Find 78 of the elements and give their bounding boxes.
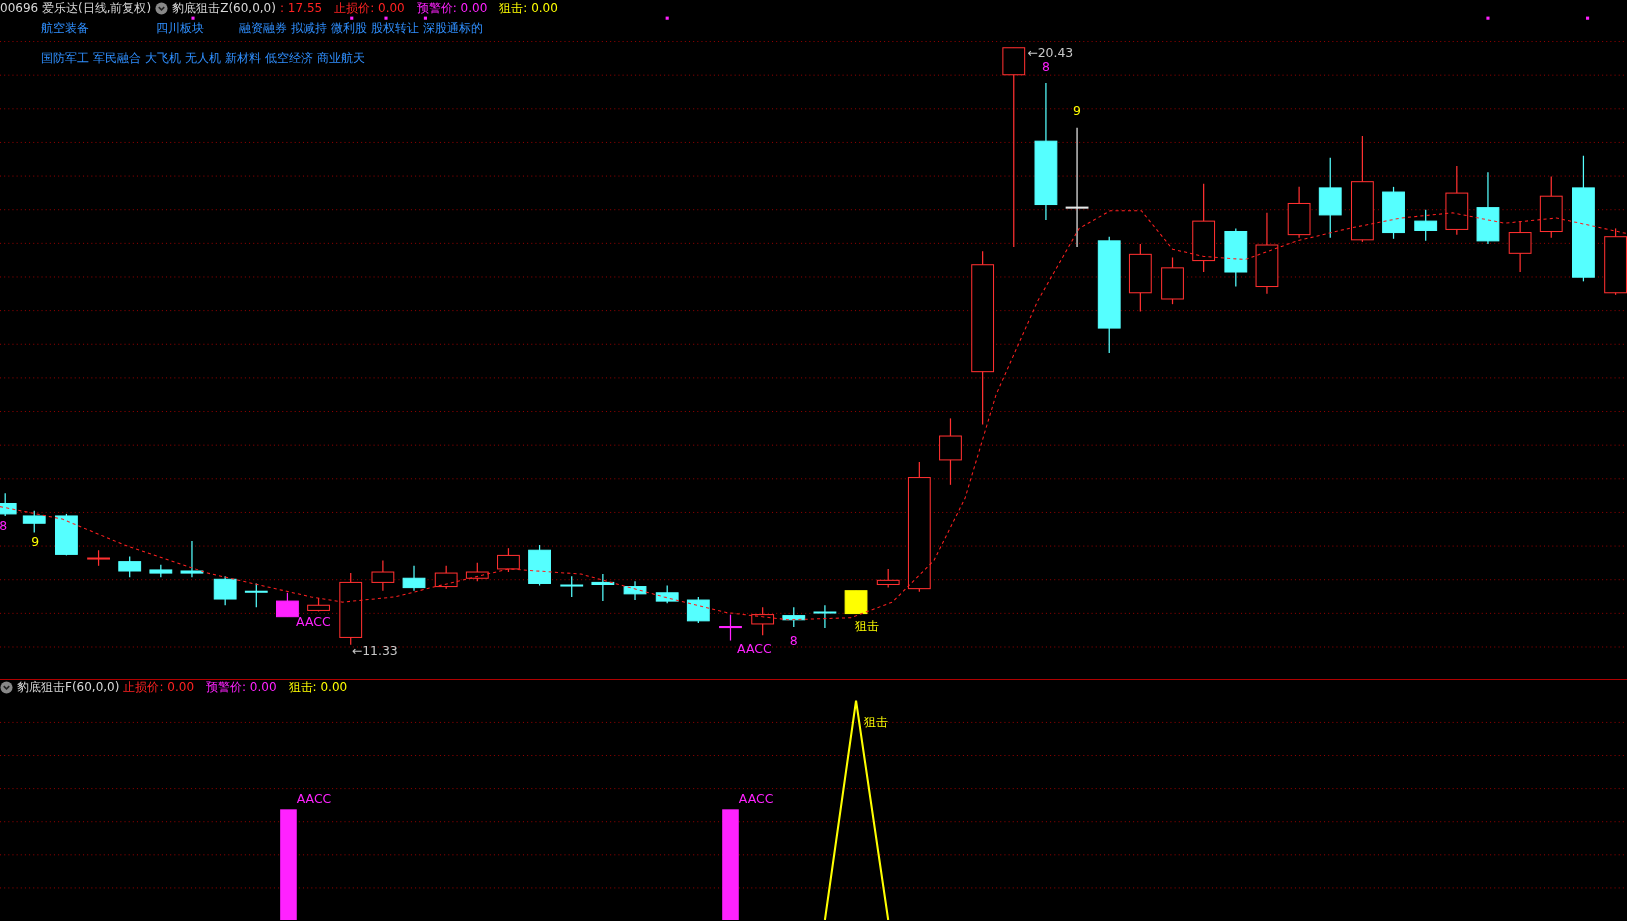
candlestick [719,613,742,642]
chart-label: 狙击 [855,618,880,634]
candlestick [465,562,489,582]
chart-label: AACC [738,791,774,807]
candlestick [434,565,458,590]
candlestick [1128,243,1152,313]
chart-label: AACC [737,641,772,656]
dropdown-icon[interactable] [0,680,13,694]
indicator-value: 狙击: 0.00 [499,1,558,15]
indicator-value: 狙击: 0.00 [288,680,348,694]
candlestick [528,544,551,587]
concept-tag: 大飞机 [145,49,181,67]
concept-tag: 微利股 [331,19,367,37]
candlestick [813,604,837,629]
candlestick [55,513,78,557]
candlestick [1382,186,1405,240]
candlestick [623,580,647,601]
indicator-name: 豹底狙击Z(60,0,0) [172,1,276,15]
price-value: : 17.55 [279,1,323,15]
candlestick [213,575,237,606]
candlestick [22,510,46,534]
chart-label: ←11.33 [351,643,398,659]
candlestick [276,592,299,618]
candlestick [1508,220,1532,273]
concept-tag: 融资融券 [239,19,287,37]
candlestick [939,417,962,486]
concept-tag: 低空经济 [265,49,313,67]
indicator-value: 止损价: 0.00 [123,680,194,694]
candlestick [1604,227,1627,296]
concept-tag: 无人机 [185,49,221,67]
chart-label: 9 [1073,103,1081,119]
concept-tag: 股权转让 [371,19,419,37]
indicator-value: 预警价: 0.00 [206,680,277,694]
candlestick [655,584,679,604]
candlestick [180,540,204,578]
chart-label: AACC [296,791,332,807]
candlestick [591,573,615,602]
candlestick [844,590,868,615]
concept-tag: 新材料 [225,49,261,67]
concept-tag: 深股通标的 [423,19,483,37]
indicator-value: 止损价: 0.00 [334,1,405,15]
candlestick [497,547,520,573]
candlestick [1539,175,1563,239]
candlestick [402,565,426,592]
candlestick [1414,209,1438,242]
candlestick [686,596,710,624]
concept-tag: 国防军工 [41,49,89,67]
chart-label: AACC [296,614,331,629]
candlestick [751,606,775,636]
concept-tag: 军民融合 [93,49,141,67]
candlestick [149,564,173,578]
dropdown-icon[interactable] [155,1,169,15]
candlestick [1445,165,1469,236]
concept-tag: 商业航天 [317,49,365,67]
candlestick [1287,186,1311,239]
candlestick [371,560,395,592]
chart-label: 8 [1041,58,1050,74]
chart-label: 8 [0,518,8,534]
candlestick [1224,227,1248,288]
chart-label: 狙击 [864,713,889,729]
indicator-value: 预警价: 0.00 [416,1,488,15]
candlestick [244,582,268,608]
candlestick [87,549,110,567]
concept-tag: 拟减持 [291,19,327,37]
chart-label: ←20.43 [1027,45,1074,61]
candlestick [782,606,806,628]
candlestick [876,568,900,589]
chart-label: 8 [789,632,798,648]
candlestick [307,597,330,613]
candlestick [1161,256,1184,305]
candlestick [0,492,17,517]
candlestick [560,575,584,598]
stock-title: 00696 爱乐达(日线,前复权) [0,1,152,15]
chart-label: 9 [31,534,40,550]
concept-tag: 航空装备 [41,19,89,37]
candlestick [118,555,142,578]
concept-tag: 四川板块 [156,19,204,37]
indicator-name: 豹底狙击F(60,0,0) [17,680,120,694]
